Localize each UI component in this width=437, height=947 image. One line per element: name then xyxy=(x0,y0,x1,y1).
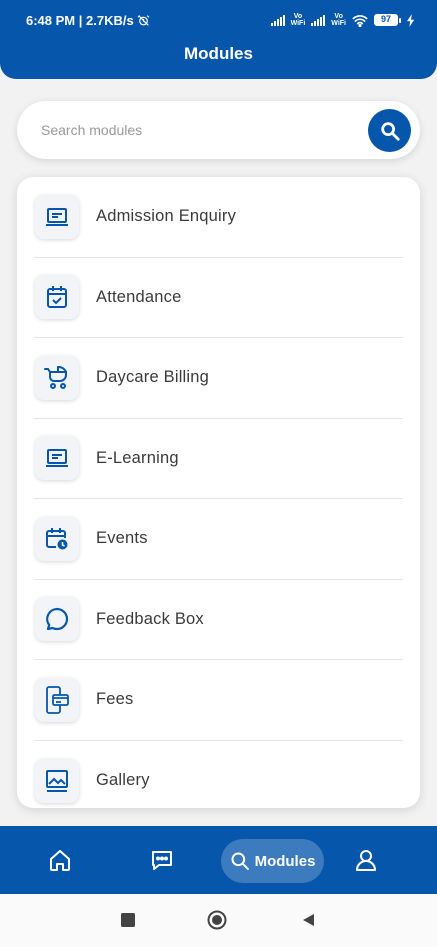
search-icon xyxy=(380,121,400,141)
volte-icon: Vo WiFi xyxy=(290,13,306,27)
bottom-nav: Modules xyxy=(0,826,437,894)
module-label: Events xyxy=(96,529,148,548)
search-button[interactable] xyxy=(368,109,411,152)
signal-icon-2 xyxy=(311,14,326,26)
module-label: Daycare Billing xyxy=(96,368,210,387)
nav-modules-label: Modules xyxy=(254,852,316,870)
home-icon xyxy=(50,850,70,871)
alarm-off-icon xyxy=(137,14,150,26)
module-item-fees[interactable]: Fees xyxy=(34,660,403,741)
chat-bubble-icon xyxy=(35,597,79,642)
module-label: Attendance xyxy=(96,287,182,306)
volte-icon-2: Vo WiFi xyxy=(331,13,346,27)
module-item-admission-enquiry[interactable]: Admission Enquiry xyxy=(34,177,403,258)
module-label: Gallery xyxy=(96,771,150,790)
module-list: Admission Enquiry Attendance Daycare Bil… xyxy=(17,177,420,808)
module-item-e-learning[interactable]: E-Learning xyxy=(34,419,403,499)
nav-chat[interactable] xyxy=(140,826,184,894)
battery-icon: 97 xyxy=(374,14,401,26)
module-item-attendance[interactable]: Attendance xyxy=(34,258,403,338)
laptop-icon xyxy=(35,436,79,481)
module-item-daycare-billing[interactable]: Daycare Billing xyxy=(34,338,403,419)
profile-icon xyxy=(356,850,376,871)
system-nav-bar xyxy=(0,894,437,947)
nav-home[interactable] xyxy=(38,826,82,894)
status-bar: 6:48 PM | 2.7KB/s Vo WiFi Vo WiFi 97 xyxy=(0,0,437,40)
image-icon xyxy=(35,758,79,803)
back-button[interactable] xyxy=(298,910,318,930)
recents-button[interactable] xyxy=(118,910,138,930)
charging-icon xyxy=(407,13,415,27)
nav-profile[interactable] xyxy=(344,826,388,894)
module-label: Admission Enquiry xyxy=(96,207,237,226)
chat-icon xyxy=(152,851,172,870)
module-label: Feedback Box xyxy=(96,609,204,628)
nav-modules[interactable]: Modules xyxy=(221,839,324,883)
signal-icon xyxy=(270,14,285,26)
calendar-clock-icon xyxy=(35,516,79,561)
status-time: 6:48 PM | 2.7KB/s xyxy=(26,12,134,28)
module-item-feedback-box[interactable]: Feedback Box xyxy=(34,580,403,660)
payment-card-icon xyxy=(35,677,79,722)
calendar-check-icon xyxy=(35,275,79,320)
search-bar xyxy=(17,101,420,159)
search-input[interactable] xyxy=(41,115,351,145)
laptop-icon xyxy=(35,194,79,239)
circle-icon xyxy=(207,910,227,930)
module-item-events[interactable]: Events xyxy=(34,499,403,580)
module-label: E-Learning xyxy=(96,448,179,467)
module-label: Fees xyxy=(96,690,134,709)
page-title: Modules xyxy=(184,44,253,63)
square-icon xyxy=(121,913,135,927)
app-header: 6:48 PM | 2.7KB/s Vo WiFi Vo WiFi 97 Modul… xyxy=(0,0,437,79)
home-system-button[interactable] xyxy=(207,910,227,930)
module-item-gallery[interactable]: Gallery xyxy=(34,741,403,809)
battery-level: 97 xyxy=(374,14,398,26)
stroller-icon xyxy=(35,355,79,400)
search-icon xyxy=(231,852,249,870)
wifi-icon xyxy=(352,14,368,27)
back-triangle-icon xyxy=(303,914,314,926)
